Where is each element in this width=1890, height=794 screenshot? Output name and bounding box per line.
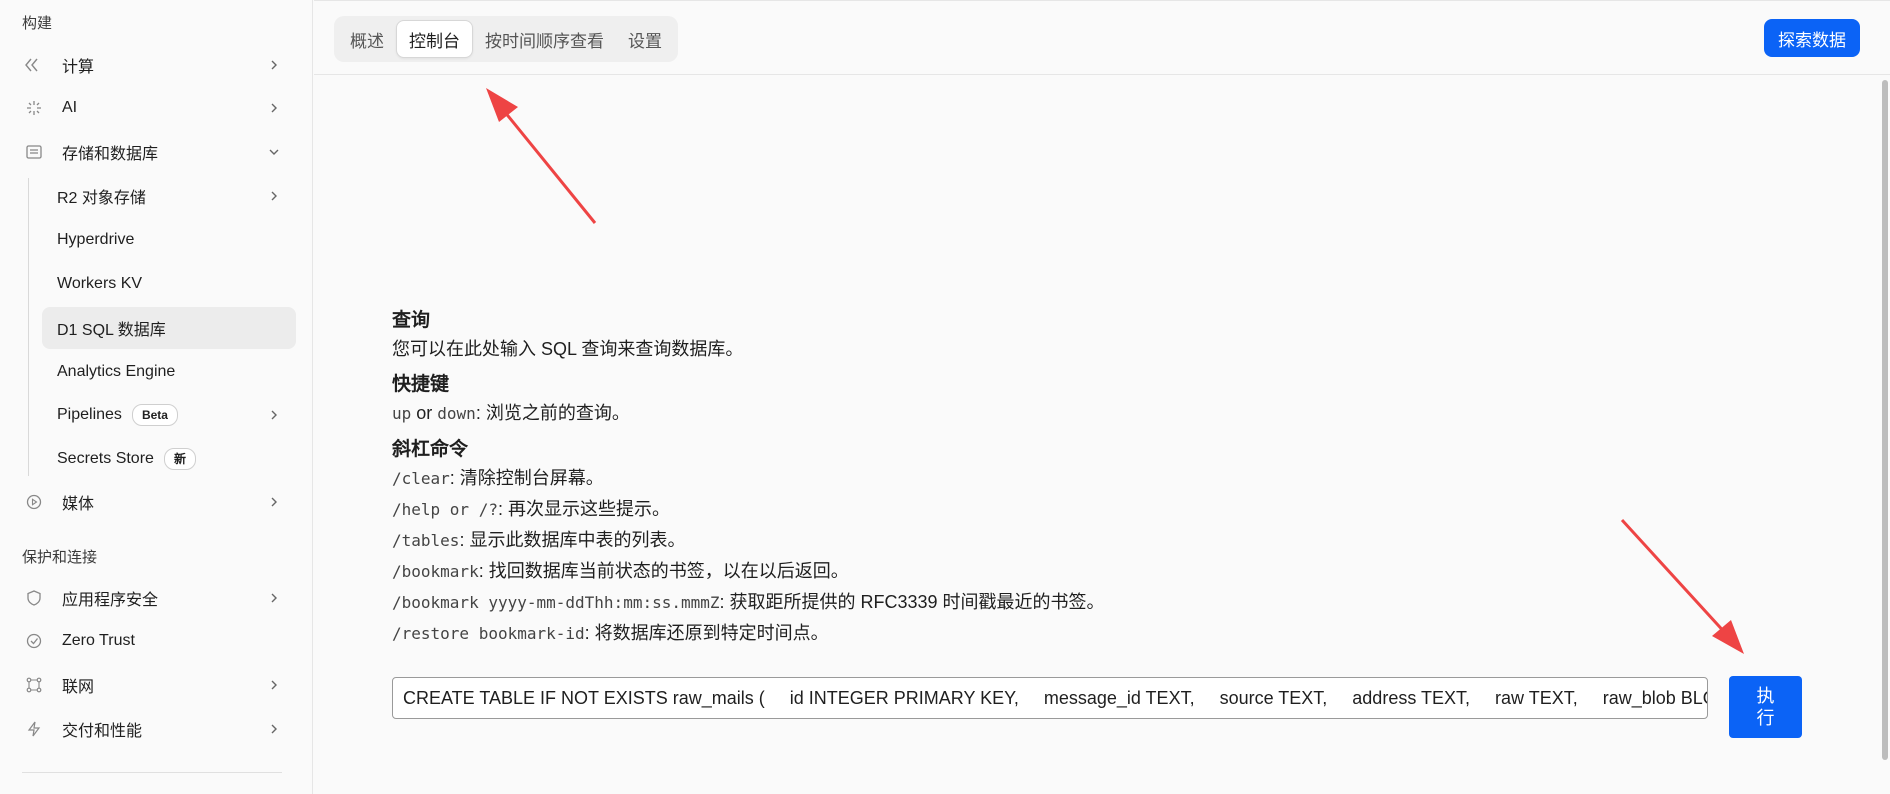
sparkle-icon	[22, 96, 46, 120]
shortcut-heading: 快捷键	[392, 374, 450, 395]
chevron-right-icon	[264, 719, 284, 739]
app-window: 构建 计算 AI 存储和数据库 R2 对象存储 Hyperdrive Worke…	[0, 0, 1890, 794]
sidebar-item-analytics-engine[interactable]: Analytics Engine	[42, 351, 296, 393]
shortcut-down: down	[437, 404, 476, 423]
submenu-guide-line	[28, 178, 29, 476]
sidebar-item-app-security[interactable]: 应用程序安全	[16, 578, 296, 618]
sidebar-item-compute[interactable]: 计算	[16, 45, 296, 85]
command-name: /tables	[392, 531, 460, 550]
explore-data-button[interactable]: 探索数据	[1764, 19, 1860, 57]
sidebar-item-pipelines[interactable]: Pipelines Beta	[42, 394, 296, 436]
command-description: : 再次显示这些提示。	[497, 499, 670, 519]
command-name: /bookmark	[392, 562, 479, 581]
sidebar-item-ai[interactable]: AI	[16, 88, 296, 128]
command-line: /clear: 清除控制台屏幕。	[392, 463, 1542, 494]
command-description: : 找回数据库当前状态的书签，以在以后返回。	[478, 561, 849, 581]
play-circle-icon	[22, 490, 46, 514]
command-line: /tables: 显示此数据库中表的列表。	[392, 525, 1542, 556]
command-line: /help or /?: 再次显示这些提示。	[392, 494, 1542, 525]
tab-overview[interactable]: 概述	[338, 20, 396, 58]
shortcut-up: up	[392, 404, 412, 423]
tab-console[interactable]: 控制台	[396, 20, 473, 58]
zero-trust-icon	[22, 629, 46, 653]
sidebar-item-label-group: Secrets Store 新	[57, 448, 296, 470]
query-heading: 查询	[392, 310, 431, 331]
database-icon	[22, 140, 46, 164]
console-help: 查询 您可以在此处输入 SQL 查询来查询数据库。 快捷键 up or down…	[392, 308, 1542, 649]
tab-group: 概述 控制台 按时间顺序查看 设置	[334, 16, 678, 62]
sidebar-item-label: AI	[62, 99, 78, 116]
sidebar-item-d1[interactable]: D1 SQL 数据库	[42, 307, 296, 349]
command-name: /restore bookmark-id	[392, 624, 585, 643]
chevron-right-icon	[264, 405, 284, 425]
command-name: /bookmark yyyy-mm-ddThh:mm:ss.mmmZ	[392, 593, 720, 612]
compute-icon	[22, 53, 46, 77]
chevron-right-icon	[264, 98, 284, 118]
run-query-button[interactable]: 执行	[1729, 676, 1802, 738]
tab-time-travel[interactable]: 按时间顺序查看	[473, 20, 616, 58]
shortcut-description: : 浏览之前的查询。	[475, 403, 630, 423]
arrow-to-console-tab	[486, 88, 597, 224]
sidebar-item-label: 联网	[62, 679, 95, 696]
sidebar-item-storage[interactable]: 存储和数据库	[16, 132, 296, 172]
sidebar-item-media[interactable]: 媒体	[16, 482, 296, 522]
query-description: 您可以在此处输入 SQL 查询来查询数据库。	[392, 339, 744, 359]
sidebar-item-network[interactable]: 联网	[16, 665, 296, 705]
sidebar-item-label: Hyperdrive	[57, 231, 135, 248]
chevron-right-icon	[264, 55, 284, 75]
sidebar-item-label: R2 对象存储	[57, 190, 146, 207]
sidebar-item-delivery[interactable]: 交付和性能	[16, 709, 296, 749]
sidebar-item-r2[interactable]: R2 对象存储	[42, 175, 296, 217]
sidebar-item-label: D1 SQL 数据库	[57, 322, 166, 339]
arrow-to-run-button	[1620, 518, 1744, 654]
chevron-down-icon	[264, 142, 284, 162]
command-description: : 获取距所提供的 RFC3339 时间戳最近的书签。	[719, 592, 1105, 612]
sidebar-item-label-group: Pipelines Beta	[57, 404, 264, 426]
command-description: : 显示此数据库中表的列表。	[459, 530, 686, 550]
command-name: /help or /?	[392, 500, 498, 519]
sidebar-item-label: 计算	[62, 59, 95, 76]
sidebar-item-label: 交付和性能	[62, 723, 143, 740]
top-bar: 概述 控制台 按时间顺序查看 设置 探索数据	[314, 0, 1890, 75]
section-label-protect: 保护和连接	[22, 549, 98, 566]
beta-badge: Beta	[131, 404, 178, 426]
section-label-build: 构建	[22, 15, 53, 32]
command-description: : 清除控制台屏幕。	[449, 468, 604, 488]
sidebar-item-label: Zero Trust	[62, 632, 135, 649]
sidebar-item-hyperdrive[interactable]: Hyperdrive	[42, 219, 296, 261]
shortcut-or: or	[411, 403, 438, 423]
page-scrollbar[interactable]	[1882, 80, 1888, 760]
sidebar-divider	[22, 772, 282, 773]
slash-commands-heading: 斜杠命令	[392, 439, 469, 460]
new-badge: 新	[163, 448, 196, 470]
sidebar-item-label: Analytics Engine	[57, 363, 176, 380]
shortcut-line: up or down: 浏览之前的查询。	[392, 398, 1542, 429]
command-description: : 将数据库还原到特定时间点。	[584, 623, 829, 643]
command-name: /clear	[392, 469, 450, 488]
command-line: /bookmark: 找回数据库当前状态的书签，以在以后返回。	[392, 556, 1542, 587]
command-line: /restore bookmark-id: 将数据库还原到特定时间点。	[392, 618, 1542, 649]
sql-query-input[interactable]: CREATE TABLE IF NOT EXISTS raw_mails ( i…	[392, 677, 1708, 719]
sidebar-item-zero-trust[interactable]: Zero Trust	[16, 621, 296, 661]
shield-icon	[22, 586, 46, 610]
network-icon	[22, 673, 46, 697]
sidebar-item-label: 存储和数据库	[62, 146, 159, 163]
sidebar-item-secrets-store[interactable]: Secrets Store 新	[42, 438, 296, 480]
command-line: /bookmark yyyy-mm-ddThh:mm:ss.mmmZ: 获取距所…	[392, 587, 1542, 618]
chevron-right-icon	[264, 675, 284, 695]
chevron-right-icon	[264, 186, 284, 206]
sidebar-item-label: 应用程序安全	[62, 592, 159, 609]
chevron-right-icon	[264, 588, 284, 608]
sidebar-item-label: 媒体	[62, 496, 95, 513]
tab-settings[interactable]: 设置	[616, 20, 674, 58]
sidebar-item-label: Workers KV	[57, 275, 143, 292]
sidebar-item-label: Pipelines	[57, 406, 122, 423]
chevron-right-icon	[264, 492, 284, 512]
sidebar: 构建 计算 AI 存储和数据库 R2 对象存储 Hyperdrive Worke…	[0, 0, 313, 794]
sidebar-item-workers-kv[interactable]: Workers KV	[42, 263, 296, 305]
lightning-icon	[22, 717, 46, 741]
sidebar-item-label: Secrets Store	[57, 450, 154, 467]
